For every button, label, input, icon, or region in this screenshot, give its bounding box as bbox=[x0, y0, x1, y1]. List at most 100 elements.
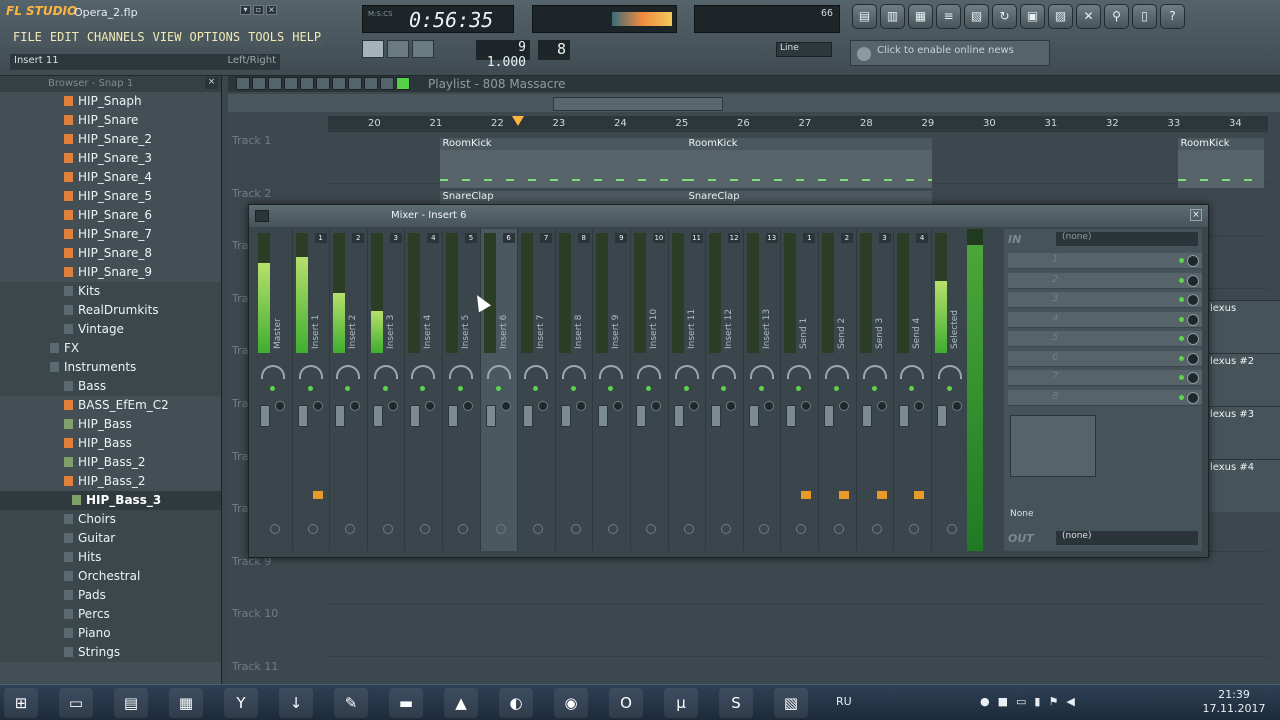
volume-fader[interactable] bbox=[823, 405, 834, 427]
fx-slot[interactable]: 5 bbox=[1008, 331, 1202, 347]
skype-icon[interactable]: S bbox=[719, 688, 753, 718]
online-news-panel[interactable]: Click to enable online news bbox=[850, 40, 1050, 66]
search-icon[interactable]: ⚲ bbox=[1104, 4, 1129, 29]
playback-icon[interactable] bbox=[380, 77, 394, 90]
browser-item[interactable]: HIP_Snare_7 bbox=[0, 225, 221, 244]
pan-knob[interactable] bbox=[650, 401, 661, 411]
send-indicator[interactable] bbox=[914, 491, 925, 499]
mixer-strip[interactable]: 4 Send 4 bbox=[894, 229, 932, 551]
mixer-strip[interactable]: 5 Insert 5 bbox=[443, 229, 481, 551]
send-indicator[interactable] bbox=[801, 491, 812, 499]
browser-item[interactable]: Pads bbox=[0, 586, 221, 605]
flag-icon[interactable]: ⚑ bbox=[1048, 695, 1058, 708]
menu-channels[interactable]: CHANNELS bbox=[83, 28, 148, 46]
pan-knob[interactable] bbox=[914, 401, 925, 411]
send-indicator[interactable] bbox=[838, 491, 849, 499]
slot-enable-led[interactable] bbox=[1179, 277, 1184, 283]
slot-mix-knob[interactable] bbox=[1187, 333, 1199, 345]
folder-icon[interactable]: ▬ bbox=[389, 688, 423, 718]
tools-icon[interactable]: ✕ bbox=[1076, 4, 1101, 29]
enable-led[interactable] bbox=[796, 386, 802, 391]
mixer-strip[interactable]: 13 Insert 13 bbox=[744, 229, 782, 551]
chrome-icon[interactable]: ◉ bbox=[554, 688, 588, 718]
stereo-knob[interactable] bbox=[674, 365, 699, 379]
pattern-clip[interactable]: RoomKick bbox=[685, 138, 932, 188]
stereo-knob[interactable] bbox=[448, 365, 473, 379]
mixer-strip[interactable]: 2 Send 2 bbox=[819, 229, 857, 551]
track-label[interactable]: Track 10 bbox=[232, 607, 278, 620]
route-button[interactable] bbox=[495, 524, 506, 534]
enable-led[interactable] bbox=[758, 386, 764, 391]
browser-item[interactable]: HIP_Snare_8 bbox=[0, 244, 221, 263]
horizontal-scrollbar[interactable] bbox=[553, 97, 723, 111]
record-button[interactable] bbox=[412, 40, 434, 58]
volume-fader[interactable] bbox=[447, 405, 458, 427]
windows-start-icon[interactable]: ⊞ bbox=[4, 688, 38, 718]
paint-icon[interactable] bbox=[284, 77, 298, 90]
route-button[interactable] bbox=[683, 524, 694, 534]
pan-knob[interactable] bbox=[876, 401, 887, 411]
mixer-strip[interactable]: Master bbox=[255, 229, 293, 551]
pan-knob[interactable] bbox=[613, 401, 624, 411]
route-button[interactable] bbox=[721, 524, 732, 534]
pan-knob[interactable] bbox=[275, 401, 285, 411]
slot-enable-led[interactable] bbox=[1179, 258, 1184, 263]
slot-mix-knob[interactable] bbox=[1187, 313, 1199, 326]
mixer-strip[interactable]: 1 Insert 1 bbox=[293, 229, 331, 551]
route-button[interactable] bbox=[946, 524, 957, 534]
volume-fader[interactable] bbox=[598, 405, 609, 427]
volume-fader[interactable] bbox=[523, 405, 534, 427]
mixer-strip[interactable]: 6 Insert 6 bbox=[480, 229, 519, 551]
save-icon[interactable]: ▣ bbox=[1020, 4, 1045, 29]
mute-icon[interactable] bbox=[316, 77, 330, 90]
route-button[interactable] bbox=[758, 524, 769, 534]
output-selector[interactable]: (none) bbox=[1056, 531, 1198, 545]
slot-enable-led[interactable] bbox=[1179, 297, 1184, 302]
enable-led[interactable] bbox=[307, 386, 313, 391]
volume-fader[interactable] bbox=[485, 405, 496, 427]
window-icon[interactable]: ▭ bbox=[1016, 695, 1026, 708]
enable-led[interactable] bbox=[909, 386, 915, 391]
stereo-knob[interactable] bbox=[561, 365, 586, 379]
browser-item[interactable]: HIP_Snare_6 bbox=[0, 206, 221, 225]
tempo-display[interactable]: 9 1.000 bbox=[476, 40, 530, 70]
browser-item[interactable]: HIP_Snare_5 bbox=[0, 187, 221, 206]
song-position-marker[interactable] bbox=[512, 116, 524, 126]
eq-display[interactable] bbox=[1010, 415, 1096, 477]
route-button[interactable] bbox=[645, 524, 656, 534]
mixer-title-bar[interactable]: Mixer - Insert 6 × bbox=[249, 205, 1208, 227]
browser-item[interactable]: Choirs bbox=[0, 510, 221, 529]
route-button[interactable] bbox=[608, 524, 619, 534]
refresh-icon[interactable]: ↻ bbox=[992, 4, 1017, 29]
route-button[interactable] bbox=[457, 524, 468, 534]
stereo-knob[interactable] bbox=[824, 365, 849, 379]
enable-led[interactable] bbox=[457, 386, 463, 391]
browser-item[interactable]: HIP_Snare_4 bbox=[0, 168, 221, 187]
browser-item[interactable]: HIP_Snare_9 bbox=[0, 263, 221, 282]
slot-mix-knob[interactable] bbox=[1187, 294, 1199, 306]
download-icon[interactable]: ↓ bbox=[279, 688, 313, 718]
track-label[interactable]: Track 1 bbox=[232, 134, 271, 147]
fx-slot[interactable]: 6 bbox=[1008, 350, 1202, 367]
fl-studio-icon[interactable]: ◐ bbox=[499, 688, 533, 718]
stereo-knob[interactable] bbox=[787, 365, 812, 379]
feather-icon[interactable]: ✎ bbox=[334, 688, 368, 718]
route-button[interactable] bbox=[796, 524, 807, 534]
help-icon[interactable]: ? bbox=[1160, 4, 1185, 29]
close-icon[interactable]: × bbox=[266, 5, 277, 15]
browser-item[interactable]: Instruments bbox=[0, 358, 221, 377]
volume-fader[interactable] bbox=[861, 405, 872, 427]
task-manager-icon[interactable]: ▤ bbox=[114, 688, 148, 718]
browser-item[interactable]: Vintage bbox=[0, 320, 221, 339]
pan-knob[interactable] bbox=[538, 401, 549, 411]
menu-view[interactable]: VIEW bbox=[149, 28, 185, 46]
mixer-menu-icon[interactable] bbox=[255, 210, 269, 222]
browser-item[interactable]: HIP_Bass bbox=[0, 415, 221, 434]
volume-fader[interactable] bbox=[372, 405, 383, 427]
stereo-knob[interactable] bbox=[336, 365, 361, 379]
browser-item[interactable]: Piano bbox=[0, 624, 221, 643]
eq-preset[interactable]: None bbox=[1010, 509, 1033, 519]
slot-enable-led[interactable] bbox=[1179, 394, 1184, 400]
browser-item[interactable]: Percs bbox=[0, 605, 221, 624]
pan-knob[interactable] bbox=[500, 401, 511, 411]
